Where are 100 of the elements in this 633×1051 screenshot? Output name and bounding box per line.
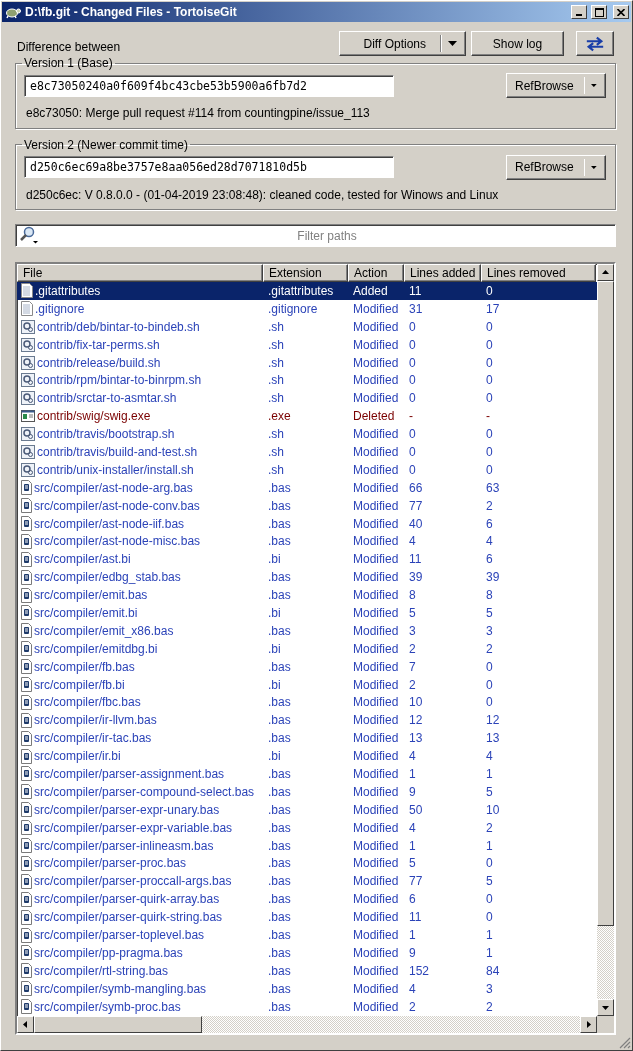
file-row[interactable]: src/compiler/emitdbg.bi .bi Modified 2 2 — [17, 639, 597, 658]
file-path: src/compiler/fb.bi — [34, 677, 125, 692]
action-cell-text: Modified — [352, 355, 400, 370]
vertical-scrollbar[interactable] — [597, 264, 614, 1016]
lines-removed-cell-text: 6 — [485, 552, 494, 567]
file-row[interactable]: src/compiler/parser-quirk-string.bas .bas Modified 11 0 — [17, 908, 597, 927]
file-row[interactable]: src/compiler/parser-quirk-array.bas .bas Modified 6 0 — [17, 890, 597, 909]
extension-cell-text: .bas — [267, 713, 292, 728]
file-path: src/compiler/ast.bi — [34, 552, 131, 567]
hash-field[interactable]: e8c73050240a0f609f4bc43cbe53b5900a6fb7d2 — [24, 74, 394, 97]
file-row[interactable]: src/compiler/parser-inlineasm.bas .bas Modified 1 1 — [17, 836, 597, 855]
lines-added-cell-text: 11 — [408, 910, 423, 925]
horizontal-scrollbar[interactable] — [17, 1016, 597, 1033]
file-row[interactable]: src/compiler/ir.bi .bi Modified 4 4 — [17, 747, 597, 766]
file-path: src/compiler/parser-proc.bas — [34, 856, 187, 871]
extension-cell-text: .bas — [267, 570, 292, 585]
file-row[interactable]: .gitignore .gitignore Modified 31 17 — [17, 299, 597, 318]
file-row[interactable]: .gitattributes .gitattributes Added 11 0 — [17, 282, 597, 300]
file-row[interactable]: src/compiler/ast-node-arg.bas .bas Modified 66 63 — [17, 478, 597, 497]
file-row[interactable]: src/compiler/emit.bas .bas Modified 8 8 — [17, 586, 597, 605]
column-header[interactable]: Lines removed — [481, 264, 596, 282]
file-row[interactable]: src/compiler/parser-toplevel.bas .bas Modified 1 1 — [17, 926, 597, 944]
action-cell-text: Modified — [352, 981, 400, 996]
file-row[interactable]: contrib/fix-tar-perms.sh .sh Modified 0 0 — [17, 335, 597, 354]
file-row[interactable]: src/compiler/fb.bas .bas Modified 7 0 — [17, 657, 597, 676]
lines-added-cell-text: 0 — [408, 355, 417, 370]
lines-removed-cell-text: 2 — [485, 641, 494, 656]
swap-button[interactable] — [576, 31, 614, 56]
ref-browse-button[interactable]: RefBrowse — [506, 73, 606, 98]
gear-file-icon — [21, 462, 35, 477]
column-header[interactable]: File — [17, 264, 263, 282]
action-cell-text: Added — [352, 283, 389, 298]
file-path: contrib/travis/bootstrap.sh — [37, 427, 175, 442]
column-header[interactable]: Action — [348, 264, 404, 282]
code-file-icon — [21, 677, 32, 693]
show-log-button[interactable]: Show log — [471, 31, 564, 56]
file-path: src/compiler/symb-proc.bas — [34, 999, 181, 1014]
file-row[interactable]: contrib/deb/bintar-to-bindeb.sh .sh Modified 0 0 — [17, 317, 597, 336]
column-header[interactable]: Extension — [263, 264, 348, 282]
file-row[interactable]: contrib/swig/swig.exe .exe Deleted - - — [17, 407, 597, 426]
file-row[interactable]: src/compiler/parser-compound-select.bas .bas Modified 9 5 — [17, 782, 597, 801]
file-row[interactable]: contrib/travis/build-and-test.sh .sh Modified 0 0 — [17, 443, 597, 461]
action-cell-text: Modified — [352, 534, 400, 549]
extension-cell-text: .sh — [267, 319, 285, 334]
caret-icon — [448, 41, 457, 46]
code-file-icon — [21, 963, 32, 979]
code-file-icon — [21, 533, 32, 549]
file-row[interactable]: contrib/travis/bootstrap.sh .sh Modified 0 0 — [17, 425, 597, 443]
action-cell-text: Modified — [352, 337, 400, 352]
file-row[interactable]: src/compiler/fb.bi .bi Modified 2 0 — [17, 675, 597, 694]
file-row[interactable]: src/compiler/ast-node-iif.bas .bas Modified 40 6 — [17, 514, 597, 533]
text-file-icon — [21, 283, 33, 299]
column-header[interactable]: Lines added — [404, 264, 481, 282]
action-cell-text: Modified — [352, 999, 400, 1014]
file-row[interactable]: src/compiler/parser-expr-variable.bas .bas Modified 4 2 — [17, 818, 597, 837]
file-row[interactable]: src/compiler/parser-proccall-args.bas .bas Modified 77 5 — [17, 872, 597, 891]
file-path: src/compiler/ast-node-arg.bas — [34, 480, 193, 495]
lines-added-cell-text: 50 — [408, 802, 424, 817]
extension-cell-text: .bas — [267, 695, 292, 710]
file-row[interactable]: src/compiler/edbg_stab.bas .bas Modified 39 39 — [17, 568, 597, 587]
minimize-button[interactable] — [571, 5, 587, 19]
file-row[interactable]: src/compiler/rtl-string.bas .bas Modified 152 84 — [17, 961, 597, 980]
diff-options-button[interactable]: Diff Options — [339, 31, 466, 56]
file-row[interactable]: src/compiler/ast-node-misc.bas .bas Modified 4 4 — [17, 532, 597, 551]
file-row[interactable]: contrib/rpm/bintar-to-binrpm.sh .sh Modified 0 0 — [17, 371, 597, 390]
close-button[interactable] — [613, 5, 629, 19]
code-file-icon — [21, 820, 32, 836]
file-row[interactable]: src/compiler/fbc.bas .bas Modified 10 0 — [17, 693, 597, 712]
file-row[interactable]: src/compiler/emit.bi .bi Modified 5 5 — [17, 604, 597, 622]
file-row[interactable]: src/compiler/emit_x86.bas .bas Modified 3 3 — [17, 621, 597, 640]
filter-field[interactable]: Filter paths — [15, 224, 616, 247]
file-row[interactable]: src/compiler/ir-tac.bas .bas Modified 13 13 — [17, 729, 597, 748]
gear-file-icon — [21, 319, 35, 334]
extension-cell-text: .bas — [267, 910, 292, 925]
file-row[interactable]: src/compiler/ast.bi .bi Modified 11 6 — [17, 550, 597, 569]
file-row[interactable]: contrib/unix-installer/install.sh .sh Modified 0 0 — [17, 460, 597, 479]
lines-removed-cell-text: 2 — [485, 498, 494, 513]
file-row[interactable]: contrib/srctar-to-asmtar.sh .sh Modified 0 0 — [17, 389, 597, 408]
left-arrow-icon — [22, 1021, 29, 1028]
file-row[interactable]: src/compiler/ast-node-conv.bas .bas Modified 77 2 — [17, 496, 597, 515]
file-path: contrib/swig/swig.exe — [37, 409, 151, 424]
action-cell-text: Modified — [352, 498, 400, 513]
file-row[interactable]: src/compiler/ir-llvm.bas .bas Modified 12 12 — [17, 711, 597, 730]
ref-browse-button[interactable]: RefBrowse — [506, 154, 606, 180]
file-row[interactable]: src/compiler/pp-pragma.bas .bas Modified 9 1 — [17, 943, 597, 962]
hash-field[interactable]: d250c6ec69a8be3757e8aa056ed28d7071810d5b — [24, 156, 394, 178]
action-cell-text: Modified — [352, 749, 400, 764]
file-row[interactable]: src/compiler/symb-mangling.bas .bas Modified 4 3 — [17, 979, 597, 998]
lines-added-cell-text: 1 — [408, 838, 417, 853]
file-row[interactable]: src/compiler/parser-proc.bas .bas Modified 5 0 — [17, 854, 597, 873]
extension-cell-text: .bas — [267, 731, 292, 746]
resize-grip-icon[interactable] — [619, 1037, 631, 1049]
extension-cell-text: .bas — [267, 999, 292, 1014]
file-row[interactable]: contrib/release/build.sh .sh Modified 0 0 — [17, 353, 597, 372]
lines-added-cell-text: 31 — [408, 301, 424, 316]
file-row[interactable]: src/compiler/parser-assignment.bas .bas Modified 1 1 — [17, 765, 597, 783]
file-row[interactable]: src/compiler/symb-proc.bas .bas Modified 2 2 — [17, 997, 597, 1016]
maximize-button[interactable] — [591, 5, 607, 19]
file-path: .gitattributes — [35, 283, 101, 298]
file-row[interactable]: src/compiler/parser-expr-unary.bas .bas Modified 50 10 — [17, 800, 597, 819]
